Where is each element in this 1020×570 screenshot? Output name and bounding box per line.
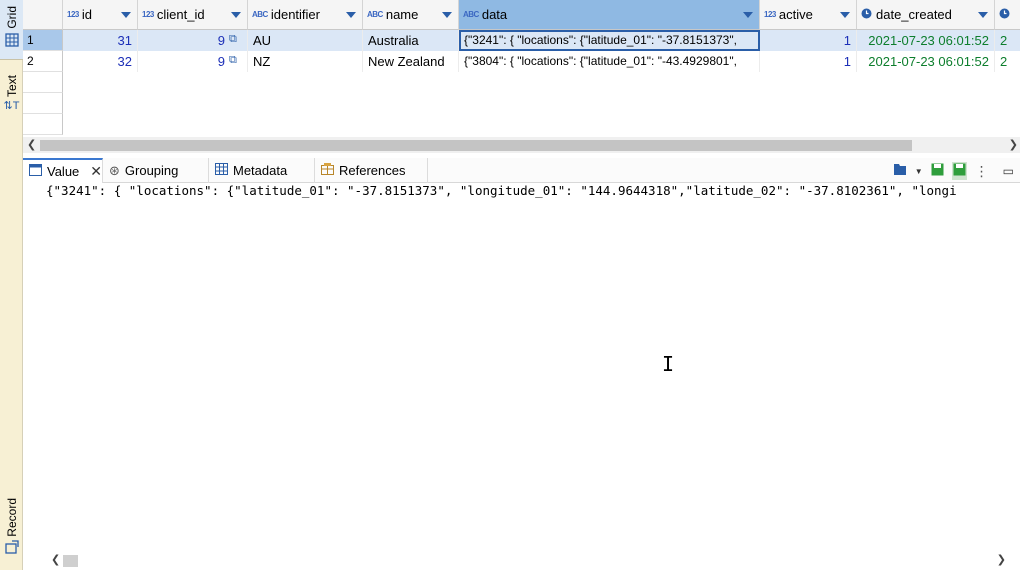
column-label: name (385, 7, 419, 22)
grid-horizontal-scrollbar[interactable]: ❮ ❯ (23, 137, 1020, 153)
content-viewer-icon[interactable] (893, 163, 907, 179)
grouping-icon: ⊛ (109, 162, 120, 178)
cell-date-created[interactable]: 2021-07-23 06:01:52 (857, 30, 995, 51)
scrollbar-thumb[interactable] (63, 555, 78, 567)
value-editor-text[interactable]: {"3241": { "locations": {"latitude_01": … (46, 181, 1016, 201)
open-reference-icon[interactable]: ⧉ (229, 33, 237, 46)
scroll-right-icon[interactable]: ❯ (997, 552, 1006, 568)
cell-name[interactable]: New Zealand (363, 51, 459, 72)
scroll-left-icon[interactable]: ❮ (27, 137, 36, 153)
text-type-icon: ABC (367, 10, 383, 19)
tab-references[interactable]: References (315, 158, 428, 183)
tab-label: References (339, 163, 406, 178)
text-type-icon: ABC (463, 10, 479, 19)
cell-date-created[interactable]: 2021-07-23 06:01:52 (857, 51, 995, 72)
cell-active[interactable]: 1 (760, 30, 857, 51)
cell-data[interactable]: {"3804": { "locations": {"latitude_01": … (459, 51, 760, 72)
scroll-left-icon[interactable]: ❮ (51, 552, 60, 568)
clock-icon (999, 7, 1010, 22)
open-reference-icon[interactable]: ⧉ (229, 54, 237, 67)
cell-id[interactable]: 32 (63, 51, 138, 72)
column-header-overflow[interactable] (995, 0, 1020, 30)
sort-menu-icon[interactable] (231, 12, 241, 18)
column-header-data[interactable]: ABC data (459, 0, 760, 30)
cell-overflow[interactable]: 2 (995, 30, 1020, 51)
cell-value: 9 (217, 54, 225, 69)
text-type-icon: ABC (252, 10, 268, 19)
cell-active[interactable]: 1 (760, 51, 857, 72)
minimize-icon[interactable]: ▭ (1003, 164, 1014, 178)
clock-icon (861, 7, 872, 22)
tab-record[interactable]: Record (0, 498, 23, 566)
tab-metadata[interactable]: Metadata (209, 158, 315, 183)
column-label: date_created (876, 7, 952, 22)
view-mode-sidebar: Grid Text ⇅T Record (0, 0, 23, 570)
column-header-active[interactable]: 123 active (760, 0, 857, 30)
numeric-type-icon: 123 (142, 10, 154, 19)
numeric-type-icon: 123 (67, 10, 79, 19)
record-icon (4, 540, 19, 557)
dbeaver-results-view: Grid Text ⇅T Record 123 id 123 client_id (0, 0, 1020, 570)
tab-text-label: Text (4, 75, 19, 98)
tab-label: Grouping (124, 163, 179, 178)
empty-row-number (23, 114, 63, 135)
numeric-type-icon: 123 (764, 10, 776, 19)
text-icon: ⇅T (3, 100, 20, 113)
value-horizontal-scrollbar[interactable]: ❮ ❯ (23, 552, 1020, 568)
cell-value: 9 (217, 33, 225, 48)
cell-data[interactable]: {"3241": { "locations": {"latitude_01": … (459, 30, 760, 51)
sort-menu-icon[interactable] (743, 12, 753, 18)
empty-row-number (23, 72, 63, 93)
column-label: id (81, 7, 92, 22)
close-icon[interactable]: ✕ (90, 163, 102, 180)
empty-row-number (23, 93, 63, 114)
value-icon (29, 164, 42, 179)
chevron-down-icon[interactable]: ▼ (915, 167, 923, 176)
tab-grouping[interactable]: ⊛ Grouping (103, 158, 209, 183)
more-options-icon[interactable]: ⋮ (975, 164, 989, 178)
row-number-header[interactable] (23, 0, 63, 30)
sort-menu-icon[interactable] (840, 12, 850, 18)
column-header-id[interactable]: 123 id (63, 0, 138, 30)
references-icon (321, 163, 334, 178)
grid-icon (4, 33, 19, 50)
tab-record-label: Record (4, 498, 19, 537)
cell-overflow[interactable]: 2 (995, 51, 1020, 72)
column-label: active (778, 7, 813, 22)
scrollbar-thumb[interactable] (40, 140, 912, 151)
column-header-date-created[interactable]: date_created (857, 0, 995, 30)
sort-menu-icon[interactable] (346, 12, 356, 18)
text-cursor-icon: I (662, 352, 675, 376)
column-label: identifier (270, 7, 320, 22)
results-grid: 123 id 123 client_id ABC identifier ABC … (23, 0, 1020, 140)
tab-value[interactable]: Value ✕ (23, 158, 103, 183)
cell-identifier[interactable]: NZ (248, 51, 363, 72)
sort-menu-icon[interactable] (978, 12, 988, 18)
column-header-client-id[interactable]: 123 client_id (138, 0, 248, 30)
metadata-icon (215, 163, 228, 178)
tab-text[interactable]: Text ⇅T (0, 72, 23, 122)
tab-label: Metadata (233, 163, 288, 178)
tab-grid[interactable]: Grid (0, 0, 23, 60)
row-number[interactable]: 2 (23, 51, 63, 72)
cell-name[interactable]: Australia (363, 30, 459, 51)
save-icon[interactable] (931, 163, 944, 179)
column-header-identifier[interactable]: ABC identifier (248, 0, 363, 30)
cell-identifier[interactable]: AU (248, 30, 363, 51)
sort-menu-icon[interactable] (121, 12, 131, 18)
auto-save-icon[interactable] (951, 162, 967, 180)
value-toolbar: ▼ ⋮ ▭ (893, 162, 1014, 180)
tab-grid-label: Grid (4, 6, 19, 29)
cell-id[interactable]: 31 (63, 30, 138, 51)
tab-label: Value (47, 164, 80, 179)
sort-menu-icon[interactable] (442, 12, 452, 18)
column-label: client_id (156, 7, 205, 22)
column-label: data (481, 7, 508, 22)
scroll-right-icon[interactable]: ❯ (1009, 137, 1018, 153)
row-number[interactable]: 1 (23, 30, 63, 51)
panel-tab-bar: Value ✕ ⊛ Grouping Metadata References ▼ (23, 158, 1020, 183)
column-header-name[interactable]: ABC name (363, 0, 459, 30)
